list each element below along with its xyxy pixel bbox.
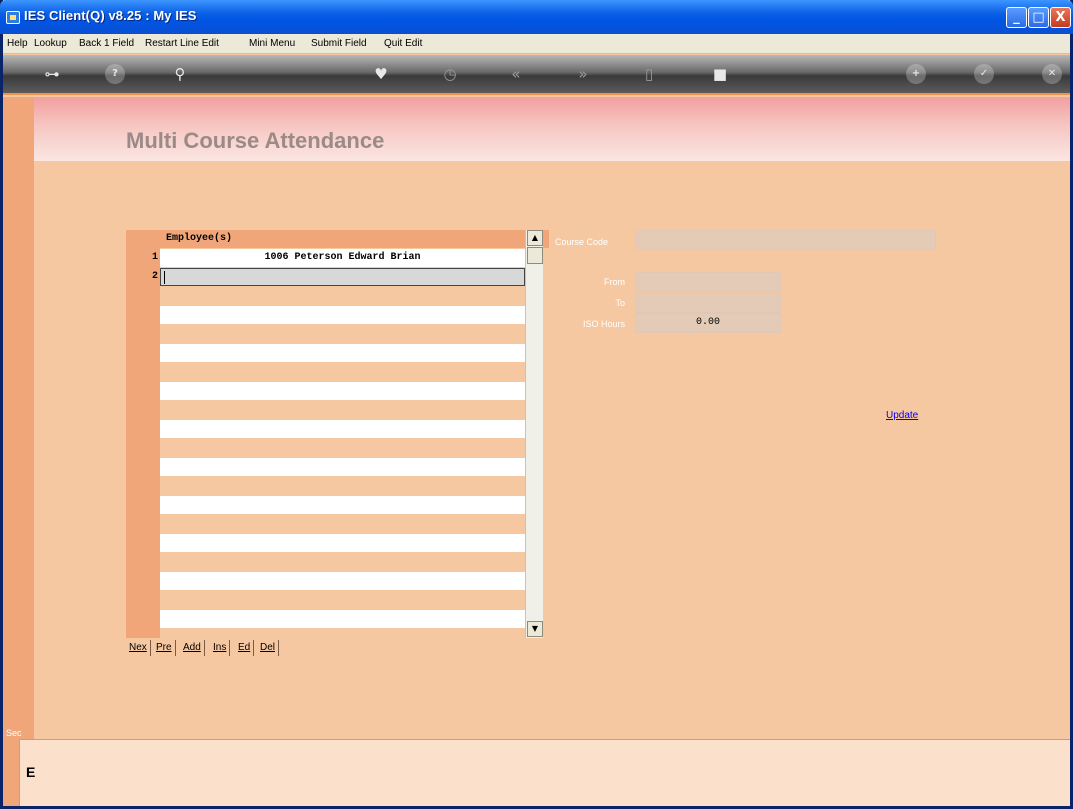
- maximize-button[interactable]: □: [1028, 7, 1049, 28]
- grid-header: Employee(s): [160, 230, 549, 248]
- empty-grid-row[interactable]: [160, 458, 525, 476]
- text-cursor: [164, 271, 165, 284]
- empty-grid-row[interactable]: [160, 363, 525, 381]
- iso-hours-field[interactable]: 0.00: [635, 313, 781, 333]
- edit-button[interactable]: Ed: [235, 640, 255, 656]
- title-bar[interactable]: IES Client(Q) v8.25 : My IES _ □ X: [0, 0, 1073, 34]
- close-button[interactable]: X: [1050, 7, 1071, 28]
- employee-grid: Employee(s) 1 1006 Peterson Edward Brian…: [126, 230, 549, 638]
- empty-grid-row[interactable]: [160, 572, 525, 590]
- empty-grid-row[interactable]: [160, 306, 525, 324]
- employee-input[interactable]: [160, 268, 525, 286]
- menu-submit-field[interactable]: Submit Field: [311, 38, 367, 49]
- key-icon[interactable]: ⊶: [35, 64, 69, 84]
- empty-grid-row[interactable]: [160, 420, 525, 438]
- empty-grid-row[interactable]: [160, 382, 525, 400]
- fast-forward-icon[interactable]: »: [573, 64, 593, 84]
- row-number-column: [126, 230, 160, 638]
- scroll-up-icon[interactable]: ▲: [527, 230, 543, 246]
- menu-mini-menu[interactable]: Mini Menu: [249, 38, 295, 49]
- page-title: Multi Course Attendance: [126, 128, 385, 153]
- course-code-label: Course Code: [555, 237, 609, 247]
- status-glyph: E: [26, 764, 36, 780]
- empty-grid-row[interactable]: [160, 401, 525, 419]
- rewind-icon[interactable]: «: [506, 64, 526, 84]
- from-label: From: [604, 277, 625, 287]
- insert-button[interactable]: Ins: [210, 640, 231, 656]
- menu-quit-edit[interactable]: Quit Edit: [384, 38, 422, 49]
- heart-icon[interactable]: ♥: [371, 64, 391, 84]
- previous-button[interactable]: Pre: [153, 640, 176, 656]
- to-label: To: [615, 298, 625, 308]
- help-icon[interactable]: ?: [105, 64, 125, 84]
- empty-grid-row[interactable]: [160, 344, 525, 362]
- search-icon[interactable]: ⚲: [170, 64, 190, 84]
- menu-help[interactable]: Help: [7, 38, 28, 49]
- toolbar: ⊶ ? ⚲ ♥ ◷ « » ▯ ■ + ✓ ✕: [3, 55, 1070, 95]
- empty-grid-row[interactable]: [160, 477, 525, 495]
- minimize-button[interactable]: _: [1006, 7, 1027, 28]
- grid-scrollbar[interactable]: ▲ ▼: [525, 230, 543, 638]
- app-icon: [6, 11, 20, 24]
- iso-hours-label: ISO Hours: [582, 319, 625, 329]
- table-row[interactable]: 1006 Peterson Edward Brian: [160, 249, 525, 267]
- menu-bar: Help Lookup Back 1 Field Restart Line Ed…: [3, 34, 1070, 54]
- from-date-field[interactable]: [635, 272, 781, 292]
- empty-grid-row[interactable]: [160, 610, 525, 628]
- course-code-field[interactable]: [635, 230, 936, 250]
- scroll-down-icon[interactable]: ▼: [527, 621, 543, 637]
- update-link[interactable]: Update: [886, 410, 918, 421]
- to-date-field[interactable]: [635, 293, 781, 313]
- empty-grid-row[interactable]: [160, 515, 525, 533]
- menu-back-1-field[interactable]: Back 1 Field: [79, 38, 134, 49]
- add-icon[interactable]: +: [906, 64, 926, 84]
- confirm-icon[interactable]: ✓: [974, 64, 994, 84]
- delete-button[interactable]: Del: [257, 640, 280, 656]
- empty-grid-row[interactable]: [160, 553, 525, 571]
- status-panel: [19, 739, 1070, 806]
- empty-grid-row[interactable]: [160, 534, 525, 552]
- row-number: 1: [151, 252, 158, 263]
- scroll-thumb[interactable]: [527, 247, 543, 264]
- empty-grid-row[interactable]: [160, 591, 525, 609]
- left-strip: [3, 97, 34, 806]
- menu-lookup[interactable]: Lookup: [34, 38, 67, 49]
- document-icon[interactable]: ▯: [639, 64, 659, 84]
- menu-restart-line-edit[interactable]: Restart Line Edit: [145, 38, 219, 49]
- clock-icon[interactable]: ◷: [440, 64, 460, 84]
- empty-grid-row[interactable]: [160, 439, 525, 457]
- cancel-icon[interactable]: ✕: [1042, 64, 1062, 84]
- row-number: 2: [151, 271, 158, 282]
- status-label: Sec: [6, 728, 22, 738]
- next-button[interactable]: Nex: [126, 640, 151, 656]
- add-button[interactable]: Add: [180, 640, 205, 656]
- empty-grid-row[interactable]: [160, 325, 525, 343]
- empty-grid-row[interactable]: [160, 287, 525, 305]
- window-title: IES Client(Q) v8.25 : My IES: [24, 8, 197, 23]
- empty-grid-row[interactable]: [160, 496, 525, 514]
- stop-icon[interactable]: ■: [710, 64, 730, 84]
